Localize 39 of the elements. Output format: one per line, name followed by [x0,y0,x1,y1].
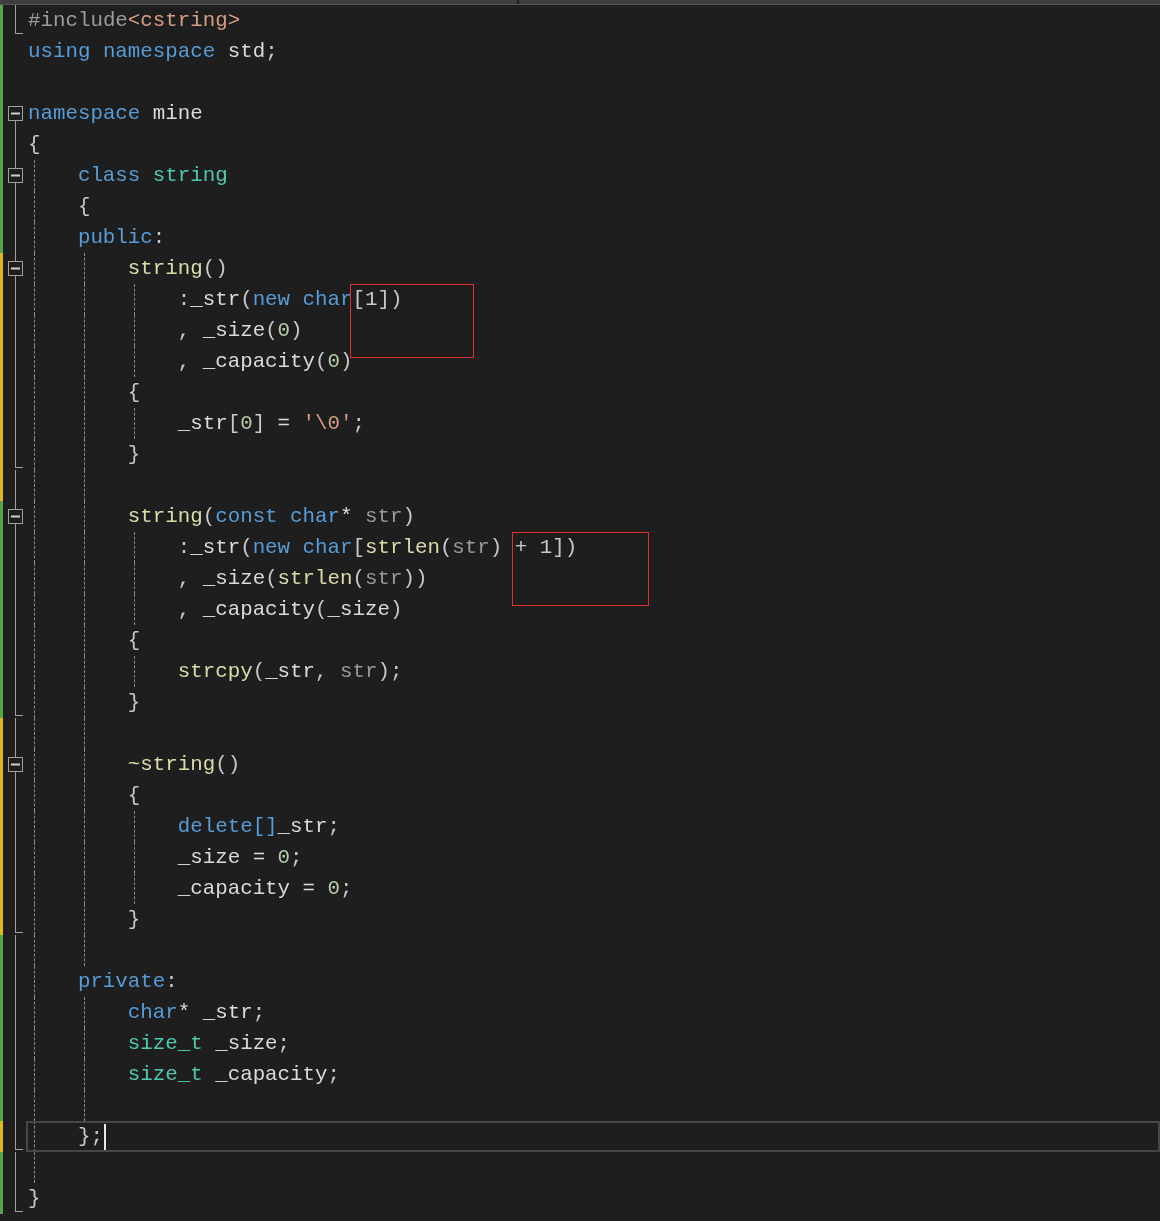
collapse-icon[interactable] [8,106,23,121]
code-line: , _size(strlen(str)) [177,567,428,590]
code-line: strcpy(_str, str); [177,660,403,683]
code-line: { [127,784,141,807]
code-line: class string [77,164,228,187]
code-line: { [127,381,141,404]
code-line: } [28,1187,41,1210]
code-line: char* _str; [127,1001,266,1024]
code-line: , _size(0) [177,319,303,342]
code-line: _size = 0; [177,846,303,869]
code-line: } [127,908,141,931]
code-line: :_str(new char[strlen(str) + 1]) [177,536,578,559]
code-line: }; [77,1125,103,1148]
code-line: private: [77,970,178,993]
collapse-icon[interactable] [8,509,23,524]
code-line: string() [127,257,228,280]
code-line: , _capacity(_size) [177,598,403,621]
code-line: :_str(new char[1]) [177,288,403,311]
code-line: size_t _size; [127,1032,291,1055]
code-line: using namespace std; [28,40,278,63]
code-line: namespace mine [28,102,203,125]
code-line: ~string() [127,753,241,776]
code-line: , _capacity(0) [177,350,353,373]
code-line: { [77,195,91,218]
code-line: { [28,133,41,156]
text-cursor [103,1123,106,1150]
code-line: _capacity = 0; [177,877,353,900]
code-line: { [127,629,141,652]
collapse-icon[interactable] [8,757,23,772]
collapse-icon[interactable] [8,261,23,276]
code-line: string(const char* str) [127,505,415,528]
code-line: delete[]_str; [177,815,340,838]
code-line: #include<cstring> [28,9,241,32]
code-line: size_t _capacity; [127,1063,340,1086]
code-line: } [127,443,141,466]
code-line: } [127,691,141,714]
code-line: public: [77,226,166,249]
collapse-icon[interactable] [8,168,23,183]
code-line: _str[0] = '\0'; [177,412,365,435]
